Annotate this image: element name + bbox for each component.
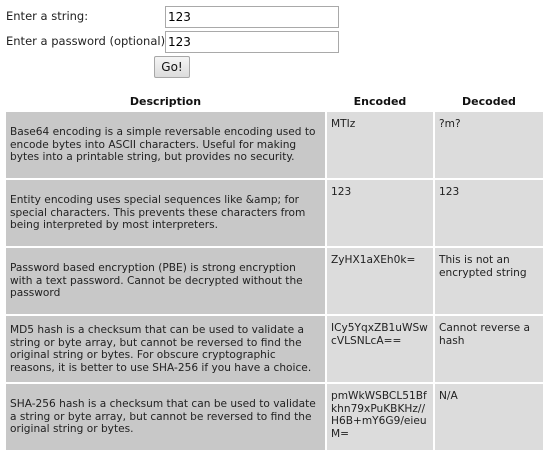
table-row: MD5 hash is a checksum that can be used … xyxy=(6,316,543,382)
decoded-header: Decoded xyxy=(462,94,516,108)
table-header-row: Description Encoded Decoded xyxy=(6,92,543,110)
decoded-cell: ?m? xyxy=(435,112,543,178)
password-input[interactable] xyxy=(165,31,339,53)
encoded-cell: ICy5YqxZB1uWSwcVLSNLcA== xyxy=(327,316,433,382)
description-header: Description xyxy=(129,94,202,108)
results-table: Description Encoded Decoded Base64 encod… xyxy=(4,90,545,452)
description-cell: Entity encoding uses special sequences l… xyxy=(6,180,325,246)
decoded-cell: Cannot reverse a hash xyxy=(435,316,543,382)
table-row: Password based encryption (PBE) is stron… xyxy=(6,248,543,314)
encoded-cell: ZyHX1aXEh0k= xyxy=(327,248,433,314)
encoded-cell: MTIz xyxy=(327,112,433,178)
encoded-header: Encoded xyxy=(353,94,407,108)
go-button[interactable]: Go! xyxy=(154,56,190,78)
table-row: SHA-256 hash is a checksum that can be u… xyxy=(6,384,543,450)
table-row: Entity encoding uses special sequences l… xyxy=(6,180,543,246)
description-cell: SHA-256 hash is a checksum that can be u… xyxy=(6,384,325,450)
description-cell: Base64 encoding is a simple reversable e… xyxy=(6,112,325,178)
description-cell: Password based encryption (PBE) is stron… xyxy=(6,248,325,314)
decoded-cell: This is not an encrypted string xyxy=(435,248,543,314)
encoded-cell: pmWkWSBCL51Bfkhn79xPuKBKHz//H6B+mY6G9/ei… xyxy=(327,384,433,450)
decoded-cell: N/A xyxy=(435,384,543,450)
decoded-cell: 123 xyxy=(435,180,543,246)
table-row: Base64 encoding is a simple reversable e… xyxy=(6,112,543,178)
encoded-cell: 123 xyxy=(327,180,433,246)
description-cell: MD5 hash is a checksum that can be used … xyxy=(6,316,325,382)
password-label: Enter a password (optional): xyxy=(6,34,169,48)
string-input[interactable] xyxy=(165,6,339,28)
string-label: Enter a string: xyxy=(6,9,89,23)
